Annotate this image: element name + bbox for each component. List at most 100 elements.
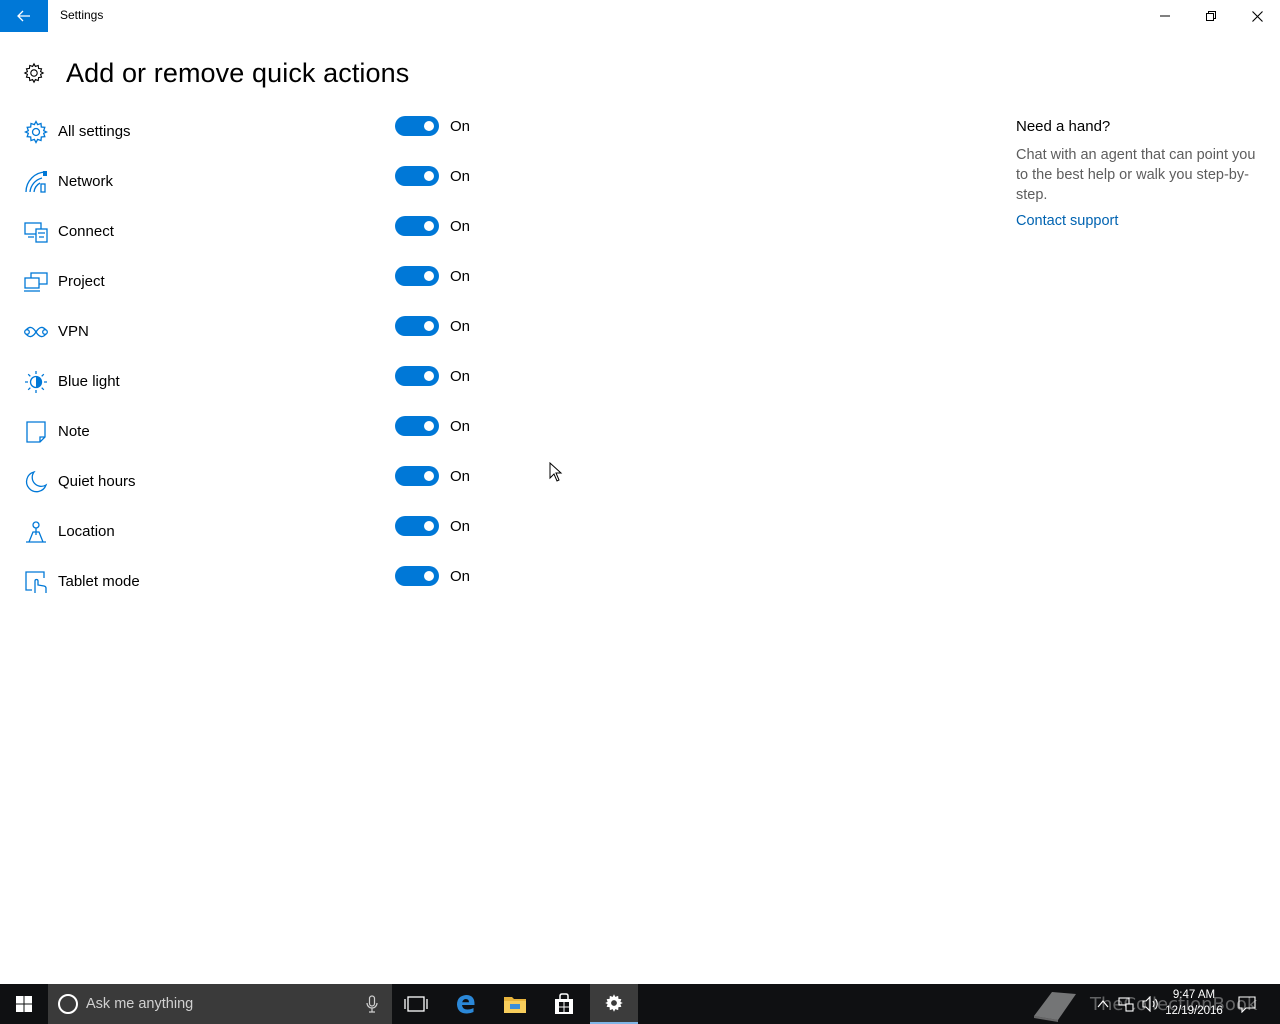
- toggle-knob: [424, 121, 434, 131]
- action-row-network: Network On: [0, 156, 560, 206]
- action-label: Note: [58, 423, 90, 440]
- book-icon: [1034, 992, 1076, 1022]
- store-button[interactable]: [540, 984, 588, 1024]
- toggle-knob: [424, 321, 434, 331]
- action-row-project: Project On: [0, 256, 560, 306]
- file-explorer-button[interactable]: [491, 984, 539, 1024]
- cortana-icon: [58, 994, 78, 1014]
- action-label: All settings: [58, 123, 131, 140]
- toggle-state: On: [450, 568, 471, 585]
- action-row-connect: Connect On: [0, 206, 560, 256]
- ethernet-icon: [1118, 997, 1134, 1012]
- edge-icon: [457, 995, 475, 1014]
- edge-button[interactable]: [442, 984, 490, 1024]
- task-view-button[interactable]: [392, 984, 440, 1024]
- toggle-state: On: [450, 318, 471, 335]
- notification-icon: [1238, 996, 1256, 1013]
- action-row-blue-light: Blue light On: [0, 356, 560, 406]
- settings-taskbar-button[interactable]: [590, 984, 638, 1024]
- location-toggle[interactable]: [395, 516, 439, 536]
- task-view-icon: [404, 996, 428, 1012]
- arrow-left-icon: [17, 10, 30, 22]
- action-row-quiet-hours: Quiet hours On: [0, 456, 560, 506]
- show-hidden-icons-button[interactable]: [1094, 984, 1112, 1024]
- microphone-icon[interactable]: [366, 995, 378, 1013]
- action-center-button[interactable]: [1234, 984, 1260, 1024]
- toggle-knob: [424, 571, 434, 581]
- toggle-state: On: [450, 468, 471, 485]
- minimize-button[interactable]: [1142, 0, 1188, 32]
- toggle-knob: [424, 371, 434, 381]
- page-title: Add or remove quick actions: [66, 57, 410, 88]
- connect-toggle[interactable]: [395, 216, 439, 236]
- help-panel: Need a hand? Chat with an agent that can…: [1016, 118, 1256, 231]
- action-row-note: Note On: [0, 406, 560, 456]
- help-text: Chat with an agent that can point you to…: [1016, 147, 1256, 203]
- chevron-up-icon: [1097, 1000, 1109, 1008]
- toggle-state: On: [450, 418, 471, 435]
- action-label: Tablet mode: [58, 573, 140, 590]
- close-icon: [1251, 10, 1263, 22]
- help-title: Need a hand?: [1016, 118, 1111, 135]
- connect-icon: [22, 219, 50, 245]
- search-placeholder: Ask me anything: [86, 996, 194, 1012]
- note-icon: [22, 419, 50, 445]
- start-button[interactable]: [0, 984, 48, 1024]
- search-box[interactable]: Ask me anything: [48, 984, 392, 1024]
- page-header: Add or remove quick actions: [22, 56, 409, 90]
- window-title: Settings: [60, 8, 104, 22]
- clock[interactable]: 9:47 AM 12/19/2016: [1162, 987, 1226, 1019]
- toggle-state: On: [450, 218, 471, 235]
- store-icon: [555, 993, 573, 1014]
- action-label: Network: [58, 173, 114, 190]
- action-label: VPN: [58, 323, 89, 340]
- volume-icon: [1142, 996, 1158, 1012]
- windows-logo-icon: [16, 996, 32, 1012]
- toggle-state: On: [450, 118, 471, 135]
- toggle-knob: [424, 171, 434, 181]
- action-label: Project: [58, 273, 105, 290]
- location-icon: [22, 519, 50, 545]
- toggle-knob: [424, 521, 434, 531]
- brightness-icon: [22, 369, 50, 395]
- tablet-mode-toggle[interactable]: [395, 566, 439, 586]
- vpn-icon: [22, 319, 50, 345]
- toggle-state: On: [450, 368, 471, 385]
- toggle-knob: [424, 471, 434, 481]
- action-row-tablet-mode: Tablet mode On: [0, 556, 560, 606]
- settings-icon: [605, 994, 623, 1012]
- all-settings-toggle[interactable]: [395, 116, 439, 136]
- action-row-all-settings: All settings On: [0, 106, 560, 156]
- blue-light-toggle[interactable]: [395, 366, 439, 386]
- file-explorer-icon: [504, 997, 526, 1013]
- toggle-state: On: [450, 168, 471, 185]
- clock-date: 12/19/2016: [1165, 1005, 1223, 1017]
- note-toggle[interactable]: [395, 416, 439, 436]
- project-icon: [22, 269, 50, 295]
- vpn-toggle[interactable]: [395, 316, 439, 336]
- action-label: Blue light: [58, 373, 120, 390]
- close-button[interactable]: [1234, 0, 1280, 32]
- network-toggle[interactable]: [395, 166, 439, 186]
- toggle-state: On: [450, 268, 471, 285]
- toggle-state: On: [450, 518, 471, 535]
- gear-icon: [22, 61, 46, 85]
- toggle-knob: [424, 271, 434, 281]
- network-tray-button[interactable]: [1116, 984, 1136, 1024]
- contact-support-link[interactable]: Contact support: [1016, 211, 1256, 231]
- toggle-knob: [424, 421, 434, 431]
- action-row-vpn: VPN On: [0, 306, 560, 356]
- restore-button[interactable]: [1188, 0, 1234, 32]
- tablet-mode-icon: [22, 569, 50, 595]
- network-icon: [22, 169, 50, 195]
- quick-actions-list: All settings On Network On Connect On Pr…: [0, 106, 560, 606]
- action-row-location: Location On: [0, 506, 560, 556]
- quiet-hours-toggle[interactable]: [395, 466, 439, 486]
- volume-tray-button[interactable]: [1140, 984, 1162, 1024]
- back-button[interactable]: [0, 0, 48, 32]
- restore-icon: [1206, 11, 1216, 21]
- clock-time: 9:47 AM: [1172, 989, 1216, 1001]
- project-toggle[interactable]: [395, 266, 439, 286]
- taskbar: Ask me anything TheCollectionBook 9:47 A…: [0, 984, 1280, 1024]
- action-label: Connect: [58, 223, 114, 240]
